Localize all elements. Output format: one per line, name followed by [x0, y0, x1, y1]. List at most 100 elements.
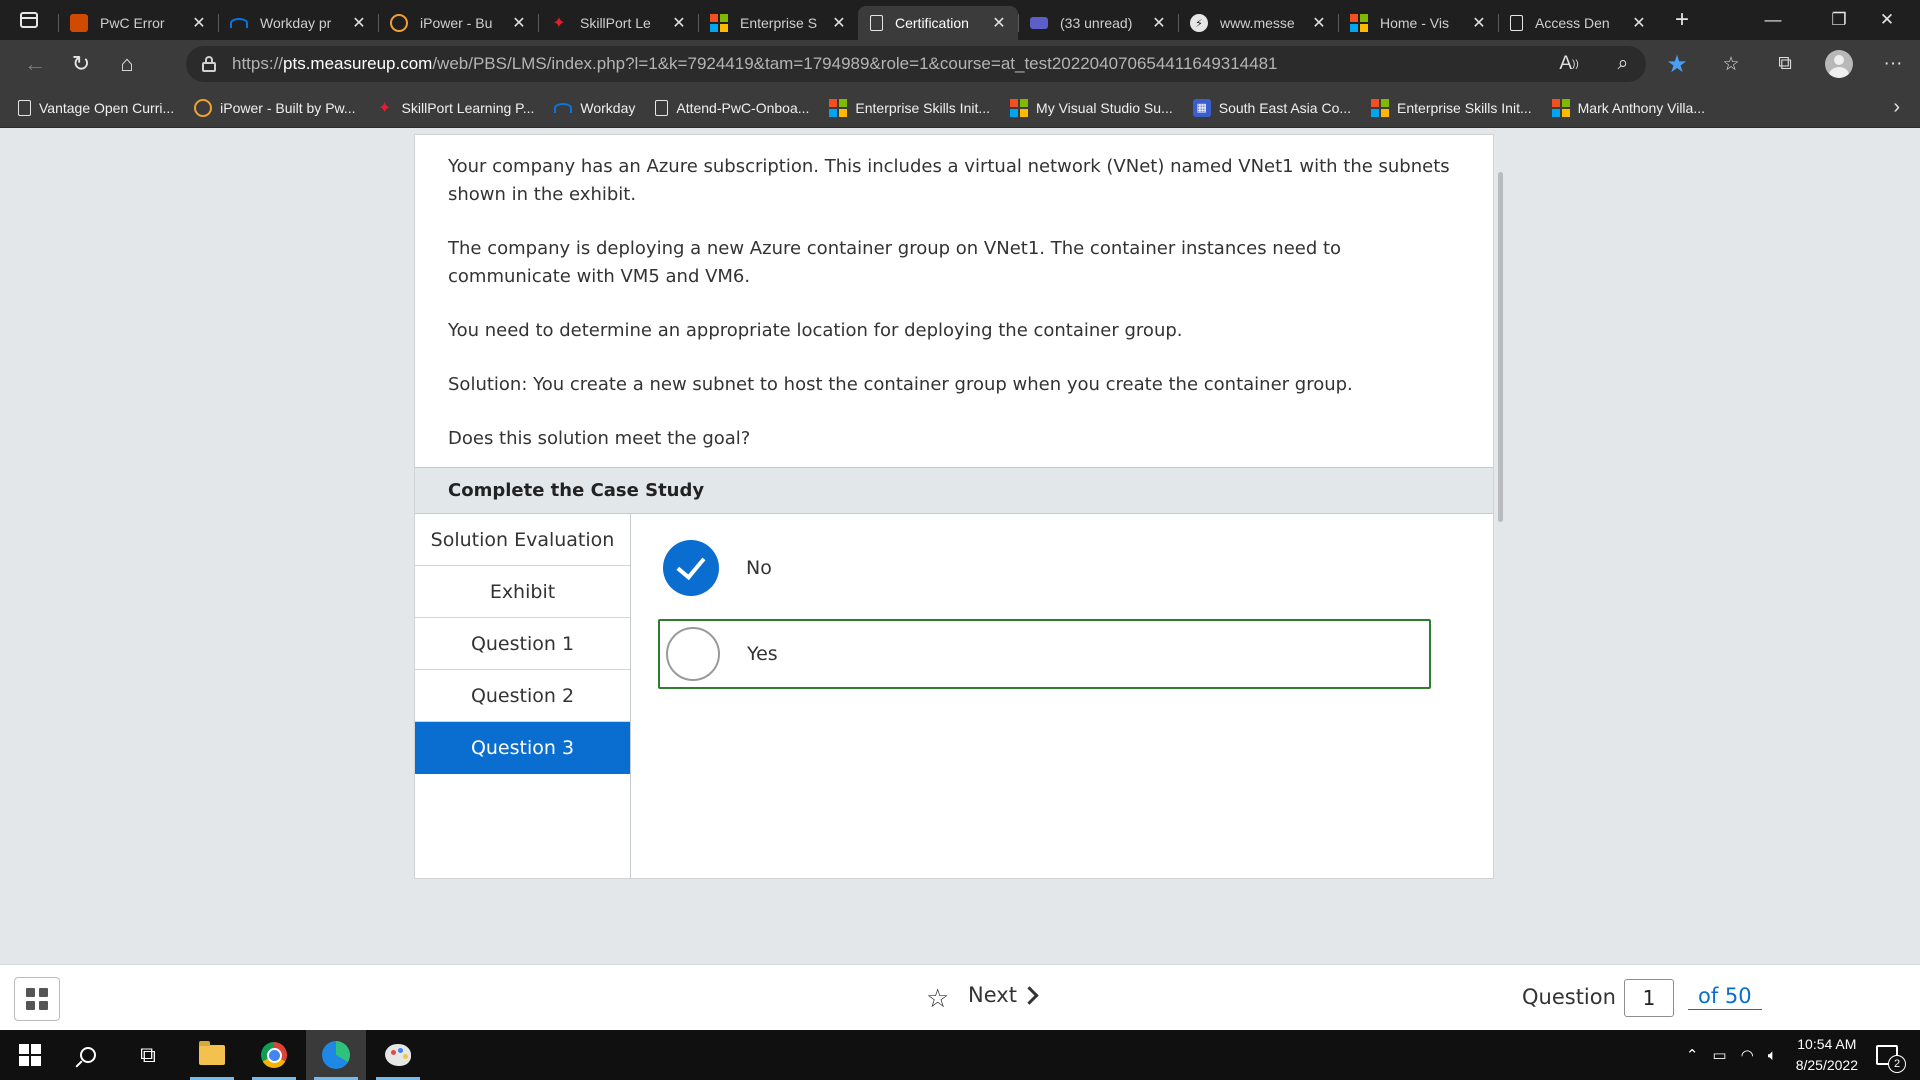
bookmark-item[interactable]: Mark Anthony Villa... — [1551, 98, 1705, 117]
browser-tab[interactable]: (33 unread) ✕ — [1018, 6, 1178, 40]
notification-icon[interactable]: 2 — [1876, 1045, 1906, 1073]
browser-tab[interactable]: Home - Vis ✕ — [1338, 6, 1498, 40]
question-text: Your company has an Azure subscription. … — [415, 135, 1493, 453]
answer-label: Yes — [747, 643, 778, 665]
case-nav-item[interactable]: Question 2 — [415, 670, 630, 722]
radio-checked-icon[interactable] — [663, 540, 719, 596]
file-explorer-button[interactable] — [182, 1030, 242, 1080]
bookmark-item[interactable]: ✦ SkillPort Learning P... — [376, 99, 535, 117]
close-icon[interactable]: ✕ — [190, 13, 208, 33]
volume-icon[interactable]: 🔈︎ — [1768, 1047, 1777, 1064]
chrome-button[interactable] — [244, 1030, 304, 1080]
tab-title: Home - Vis — [1380, 15, 1449, 31]
address-bar-icons: A)) ⌕ ★ ☆ ⧉ ··· — [1542, 40, 1920, 88]
home-button[interactable]: ⌂ — [104, 44, 150, 84]
close-icon[interactable]: ✕ — [350, 13, 368, 33]
url-field[interactable]: https://pts.measureup.com/web/PBS/LMS/in… — [186, 46, 1646, 82]
edge-button[interactable] — [306, 1030, 366, 1080]
browser-tab[interactable]: ⚡ www.messe ✕ — [1178, 6, 1338, 40]
case-nav-item[interactable]: Question 1 — [415, 618, 630, 670]
browser-tab[interactable]: Certification ✕ — [858, 6, 1018, 40]
bookmark-label: South East Asia Co... — [1218, 99, 1352, 116]
tab-title: Workday pr — [260, 15, 332, 31]
collections-icon[interactable]: ⧉ — [1758, 44, 1812, 84]
close-icon[interactable]: ✕ — [1310, 13, 1328, 33]
microsoft-icon — [710, 14, 728, 32]
close-window-button[interactable]: ✕ — [1854, 0, 1920, 40]
system-tray: ⌃ ▭ ◠ 🔈︎ 10:54 AM 8/25/2022 2 — [1679, 1030, 1920, 1080]
close-icon[interactable]: ✕ — [670, 13, 688, 33]
refresh-button[interactable]: ↻ — [58, 44, 104, 84]
browser-tab[interactable]: iPower - Bu ✕ — [378, 6, 538, 40]
zoom-icon[interactable]: ⌕ — [1596, 44, 1650, 84]
read-aloud-icon[interactable]: A)) — [1542, 44, 1596, 84]
favorites-icon[interactable]: ☆ — [1704, 44, 1758, 84]
tab-title: Access Den — [1535, 15, 1610, 31]
battery-icon[interactable]: ▭ — [1712, 1046, 1726, 1064]
lock-icon — [202, 56, 216, 72]
minimize-button[interactable]: — — [1740, 0, 1806, 40]
case-nav-item[interactable]: Exhibit — [415, 566, 630, 618]
bookmark-item[interactable]: Enterprise Skills Init... — [829, 98, 991, 117]
browser-tab[interactable]: ✦ SkillPort Le ✕ — [538, 6, 698, 40]
paint-icon — [385, 1044, 411, 1066]
bookmark-item[interactable]: iPower - Built by Pw... — [194, 98, 356, 117]
question-total-link[interactable]: of 50 — [1688, 985, 1762, 1010]
bookmark-item[interactable]: Attend-PwC-Onboa... — [655, 99, 809, 117]
folder-icon — [199, 1041, 225, 1065]
bookmark-item[interactable]: Workday — [554, 99, 635, 117]
scrollbar-thumb[interactable] — [1498, 172, 1503, 522]
close-icon[interactable]: ✕ — [1630, 13, 1648, 33]
bookmarks-bar: Vantage Open Curri... iPower - Built by P… — [0, 88, 1920, 128]
search-button[interactable] — [58, 1030, 118, 1080]
tab-title: (33 unread) — [1060, 15, 1133, 31]
radio-unchecked-icon[interactable] — [666, 627, 720, 681]
close-icon[interactable]: ✕ — [510, 13, 528, 33]
mail-icon — [1030, 17, 1048, 29]
mark-star-icon[interactable]: ☆ — [926, 983, 949, 1014]
tab-actions-button[interactable] — [0, 0, 58, 40]
case-nav-item[interactable]: Solution Evaluation — [415, 514, 630, 566]
wifi-icon[interactable]: ◠ — [1741, 1046, 1754, 1064]
question-paragraph: The company is deploying a new Azure con… — [448, 238, 1342, 287]
case-study-nav: Solution Evaluation Exhibit Question 1 Ques… — [415, 514, 631, 879]
bookmark-label: Workday — [580, 99, 636, 116]
favorite-star-icon[interactable]: ★ — [1650, 44, 1704, 84]
browser-tab[interactable]: Access Den ✕ — [1498, 6, 1658, 40]
messenger-icon: ⚡ — [1190, 14, 1208, 32]
clock[interactable]: 10:54 AM 8/25/2022 — [1796, 1034, 1858, 1076]
next-button[interactable]: Next — [968, 983, 1039, 1007]
bookmark-item[interactable]: ▦ South East Asia Co... — [1192, 98, 1352, 117]
close-icon[interactable]: ✕ — [830, 13, 848, 33]
browser-tab[interactable]: Workday pr ✕ — [218, 6, 378, 40]
case-nav-item[interactable]: Question 3 — [415, 722, 630, 774]
start-button[interactable] — [0, 1030, 60, 1080]
browser-tab[interactable]: PwC Error ✕ — [58, 6, 218, 40]
workday-icon — [554, 102, 573, 113]
bookmarks-more-icon[interactable]: › — [1893, 96, 1900, 119]
bookmarks-list: Vantage Open Curri... iPower - Built by P… — [18, 98, 1725, 117]
answer-option[interactable]: Yes — [658, 619, 1431, 689]
browser-tab[interactable]: Enterprise S ✕ — [698, 6, 858, 40]
profile-button[interactable] — [1812, 44, 1866, 84]
question-footer: ☆ Next Question 1 of 50 — [0, 964, 1920, 1030]
paint-button[interactable] — [368, 1030, 428, 1080]
answer-label: No — [746, 557, 772, 579]
chevron-up-icon[interactable]: ⌃ — [1686, 1046, 1699, 1064]
question-number-input[interactable]: 1 — [1624, 979, 1674, 1017]
bookmark-item[interactable]: My Visual Studio Su... — [1010, 98, 1173, 117]
tab-strip: PwC Error ✕ Workday pr ✕ iPower - Bu ✕ ✦ SkillP… — [0, 0, 1920, 40]
close-icon[interactable]: ✕ — [1470, 13, 1488, 33]
bookmark-item[interactable]: Vantage Open Curri... — [18, 99, 174, 117]
answer-option[interactable]: No — [658, 533, 1438, 603]
new-tab-button[interactable]: + — [1662, 6, 1702, 34]
close-icon[interactable]: ✕ — [990, 13, 1008, 33]
bookmark-item[interactable]: Enterprise Skills Init... — [1371, 98, 1532, 117]
back-button[interactable]: ← — [12, 44, 58, 84]
bookmark-label: Vantage Open Curri... — [39, 99, 175, 116]
question-grid-button[interactable] — [14, 977, 60, 1021]
bookmark-label: Enterprise Skills Init... — [855, 99, 991, 116]
more-menu-icon[interactable]: ··· — [1866, 44, 1920, 84]
close-icon[interactable]: ✕ — [1150, 13, 1168, 33]
task-view-button[interactable]: ⧉ — [118, 1030, 178, 1080]
